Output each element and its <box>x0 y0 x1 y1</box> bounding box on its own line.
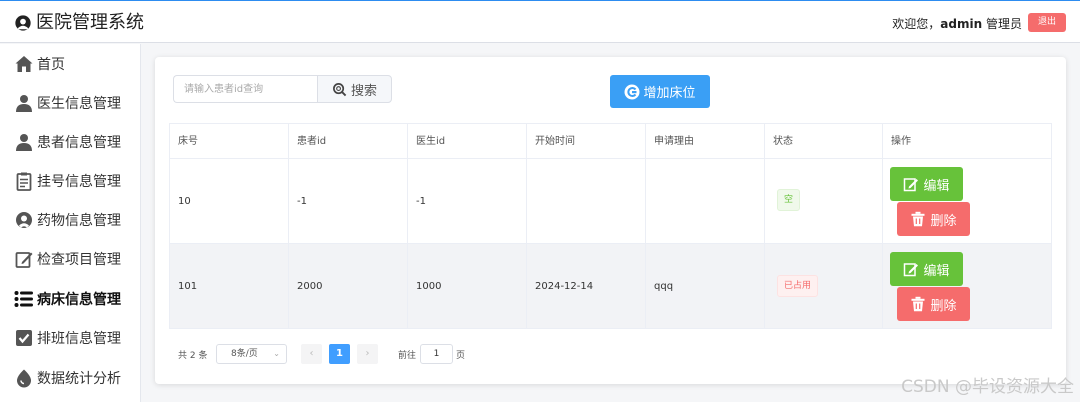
cell-patient-id: -1 <box>289 159 408 244</box>
cell-reason: qqq <box>646 244 765 329</box>
chart-icon <box>17 369 31 388</box>
column-header: 申请理由 <box>646 124 765 159</box>
logout-button[interactable]: 退出 <box>1028 13 1066 32</box>
cell-bed-no: 10 <box>170 159 289 244</box>
delete-button[interactable]: 删除 <box>897 287 970 321</box>
cell-start-time: 2024-12-14 <box>527 244 646 329</box>
column-header: 医生id <box>408 124 527 159</box>
home-icon <box>15 56 33 72</box>
add-circle-icon <box>624 84 640 99</box>
trash-icon <box>911 211 925 227</box>
sidebar-item-drugs[interactable]: 药物信息管理 <box>14 208 121 232</box>
column-header: 操作 <box>883 124 1051 159</box>
status-badge: 空 <box>777 189 801 211</box>
goto-page-input[interactable]: 1 <box>420 344 453 364</box>
sidebar-item-patients[interactable]: 患者信息管理 <box>14 130 121 154</box>
sidebar-item-label: 患者信息管理 <box>37 135 121 151</box>
column-header: 床号 <box>170 124 289 159</box>
edit-label: 编辑 <box>923 263 950 279</box>
cell-doctor-id: -1 <box>408 159 527 244</box>
search-button[interactable]: 搜索 <box>317 75 392 103</box>
goto-label: 前往 <box>398 351 417 361</box>
checkbox-icon <box>16 330 32 346</box>
cell-reason <box>646 159 765 244</box>
search-icon <box>333 82 347 96</box>
cell-doctor-id: 1000 <box>408 244 527 329</box>
sidebar-item-label: 排班信息管理 <box>37 331 121 347</box>
column-header: 开始时间 <box>527 124 646 159</box>
sidebar-item-schedules[interactable]: 排班信息管理 <box>14 326 121 350</box>
delete-label: 删除 <box>930 298 957 314</box>
search-input[interactable] <box>173 75 318 103</box>
username: admin <box>940 17 983 31</box>
cell-patient-id: 2000 <box>289 244 408 329</box>
page-number-button[interactable]: 1 <box>329 344 350 364</box>
hospital-logo-icon <box>15 15 31 31</box>
next-page-button[interactable]: › <box>357 344 378 364</box>
watermark: CSDN @毕设资源大全 <box>901 377 1074 397</box>
user-role: 管理员 <box>985 17 1022 31</box>
chevron-left-icon: ‹ <box>309 348 314 359</box>
sidebar-item-registrations[interactable]: 挂号信息管理 <box>14 169 121 193</box>
add-bed-button[interactable]: 增加床位 <box>610 75 710 108</box>
sidebar-item-beds[interactable]: 病床信息管理 <box>14 287 121 311</box>
delete-label: 删除 <box>930 213 957 229</box>
sidebar-item-home[interactable]: 首页 <box>14 52 65 76</box>
search-button-label: 搜索 <box>350 83 377 99</box>
sidebar-item-label: 数据统计分析 <box>37 371 121 387</box>
sidebar-item-statistics[interactable]: 数据统计分析 <box>14 366 121 390</box>
edit-button[interactable]: 编辑 <box>890 252 963 286</box>
edit-icon <box>904 178 919 192</box>
column-header: 患者id <box>289 124 408 159</box>
status-badge: 已占用 <box>777 275 819 297</box>
edit-label: 编辑 <box>923 178 950 194</box>
sidebar: 首页 医生信息管理 患者信息管理 挂号信息管理 药物信息管理 检查项目管理 病床… <box>0 44 141 402</box>
chevron-right-icon: › <box>365 348 370 359</box>
sidebar-item-label: 检查项目管理 <box>37 252 121 268</box>
sidebar-item-label: 病床信息管理 <box>37 292 121 308</box>
trash-icon <box>911 296 925 312</box>
clipboard-icon <box>16 172 32 191</box>
welcome-text: 欢迎您，admin 管理员 <box>892 15 1022 32</box>
sidebar-item-label: 医生信息管理 <box>37 96 121 112</box>
prev-page-button[interactable]: ‹ <box>301 344 322 364</box>
list-icon <box>14 291 33 307</box>
top-header: 医院管理系统 欢迎您，admin 管理员 退出 <box>0 0 1080 43</box>
sidebar-item-label: 药物信息管理 <box>37 213 121 229</box>
sidebar-item-exams[interactable]: 检查项目管理 <box>14 247 121 271</box>
user-icon <box>16 134 32 151</box>
edit-icon <box>904 263 919 277</box>
column-header: 状态 <box>765 124 883 159</box>
page-size-select[interactable]: 8条/页 ⌄ <box>216 344 287 364</box>
edit-button[interactable]: 编辑 <box>890 167 963 201</box>
sidebar-item-label: 挂号信息管理 <box>37 174 121 190</box>
user-icon <box>16 95 32 112</box>
bed-table: 床号 患者id 医生id 开始时间 申请理由 状态 操作 10 -1 -1 空 … <box>169 123 1052 329</box>
pill-icon <box>16 212 32 228</box>
add-bed-label: 增加床位 <box>643 86 696 101</box>
edit-icon <box>15 252 33 268</box>
sidebar-item-doctors[interactable]: 医生信息管理 <box>14 91 121 115</box>
app-title: 医院管理系统 <box>36 12 144 33</box>
table-row: 101 2000 1000 2024-12-14 qqq 已占用 编辑 删除 <box>170 244 1051 329</box>
pagination-total: 共 2 条 <box>178 351 208 361</box>
delete-button[interactable]: 删除 <box>897 202 970 236</box>
cell-bed-no: 101 <box>170 244 289 329</box>
app-logo: 医院管理系统 <box>14 13 144 33</box>
page-size-value: 8条/页 <box>231 349 258 359</box>
chevron-down-icon: ⌄ <box>273 349 280 358</box>
sidebar-item-label: 首页 <box>37 57 65 73</box>
table-row: 10 -1 -1 空 编辑 删除 <box>170 159 1051 244</box>
welcome-prefix: 欢迎您， <box>892 17 941 31</box>
cell-start-time <box>527 159 646 244</box>
page-unit-label: 页 <box>456 351 466 361</box>
